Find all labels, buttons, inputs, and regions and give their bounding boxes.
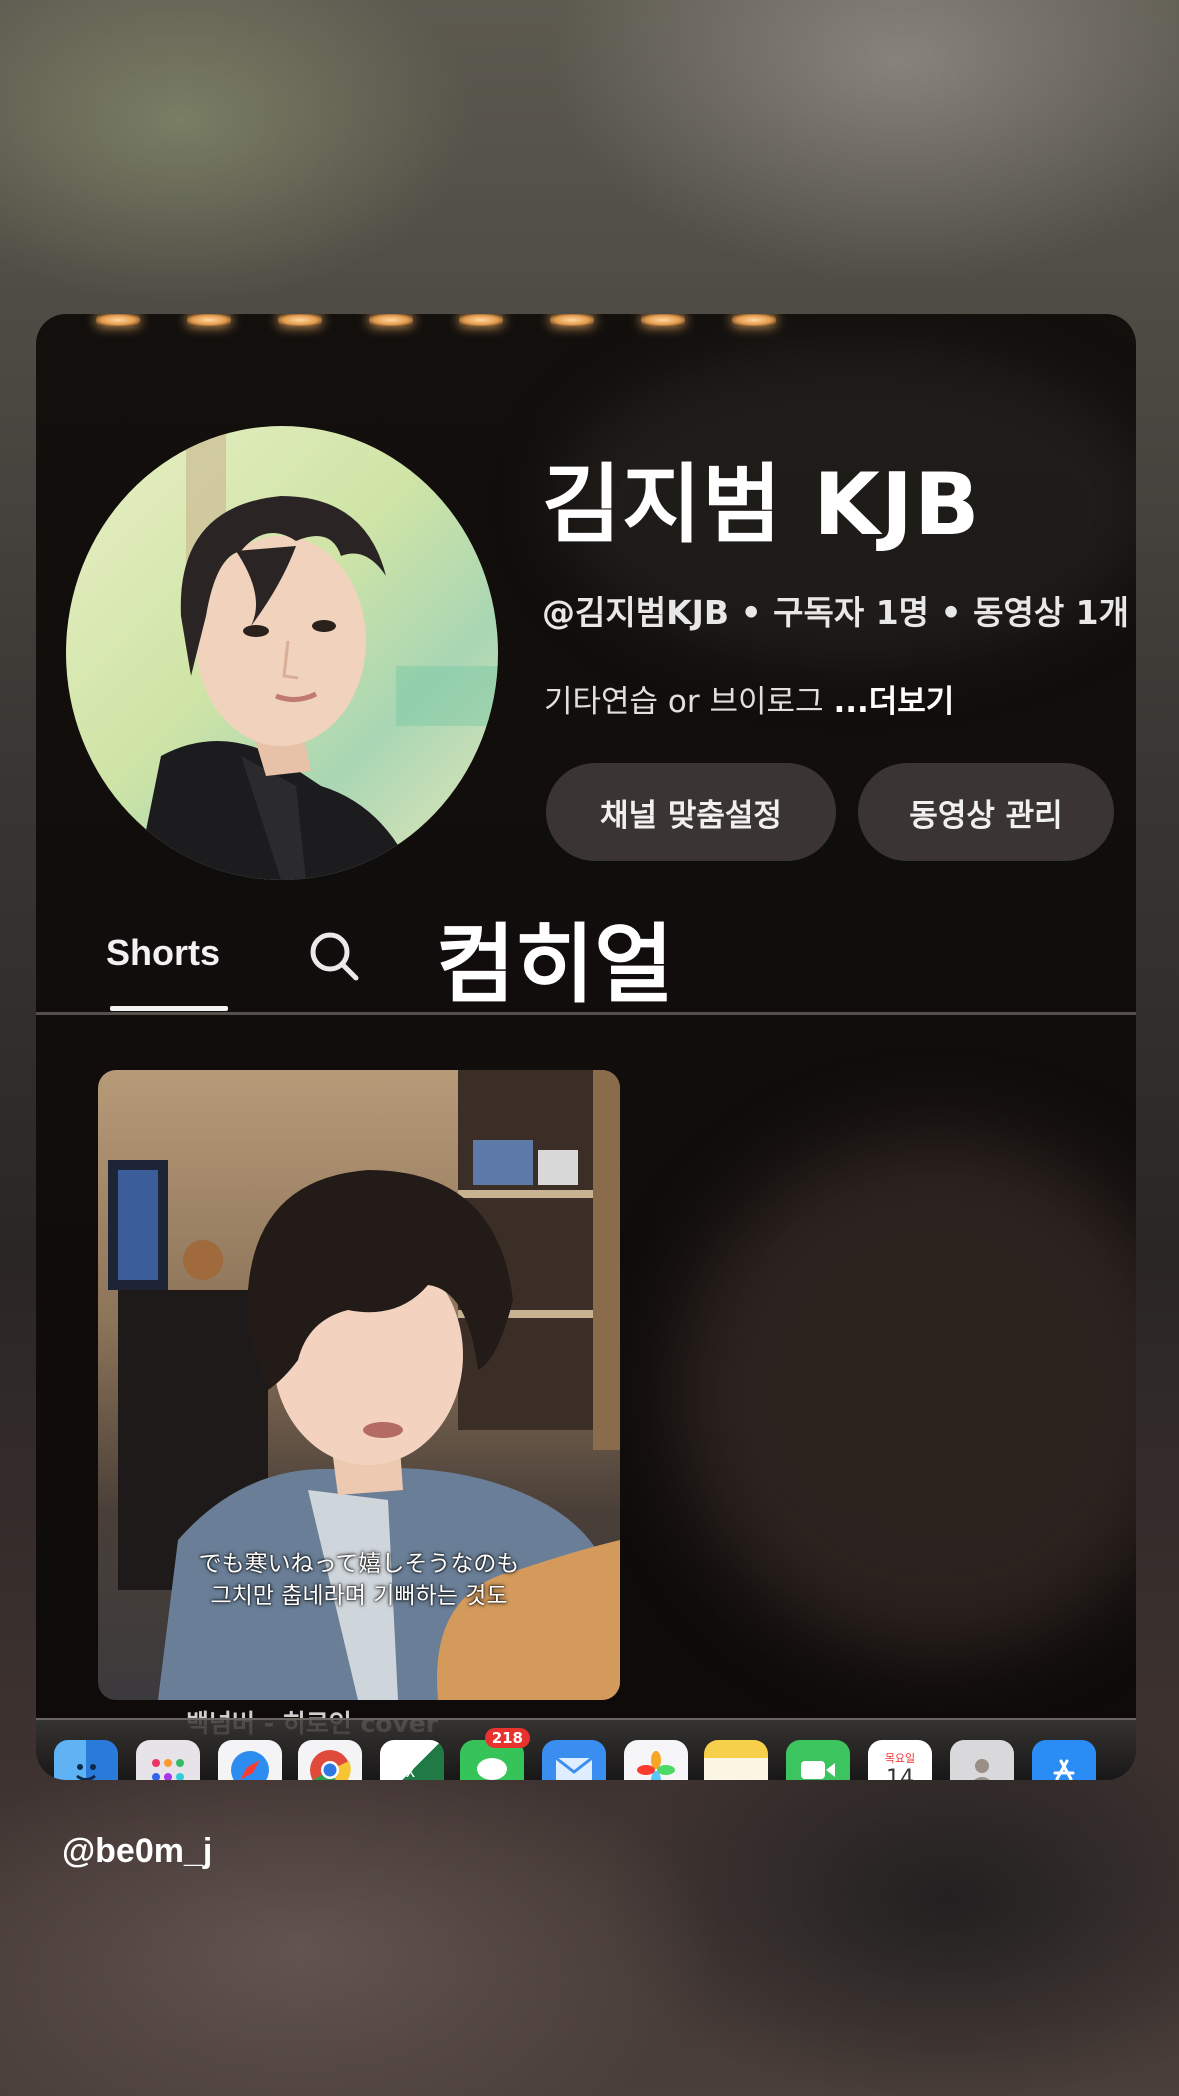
macos-dock: x 218 목요일 14 [36, 1718, 1136, 1780]
calendar-weekday: 목요일 [884, 1751, 916, 1765]
description-text: 기타연습 or 브이로그 [544, 684, 834, 720]
short-thumbnail[interactable]: でも寒いねって嬉しそうなのも 그치만 춥네라며 기뻐하는 것도 [98, 1070, 620, 1700]
notes-icon[interactable] [704, 1740, 768, 1780]
short-subtitle-line2: 그치만 춥네라며 기뻐하는 것도 [210, 1583, 508, 1609]
launchpad-icon[interactable] [136, 1740, 200, 1780]
channel-name: 김지범 KJB [542, 455, 981, 555]
calendar-day: 14 [886, 1765, 914, 1781]
photos-icon[interactable] [624, 1740, 688, 1780]
manage-videos-button[interactable]: 동영상 관리 [858, 763, 1114, 861]
tab-shorts[interactable]: Shorts [106, 932, 220, 974]
reflection-blur [676, 1134, 1136, 1654]
mail-icon[interactable] [542, 1740, 606, 1780]
finder-icon[interactable] [54, 1740, 118, 1780]
customize-channel-button[interactable]: 채널 맞춤설정 [546, 763, 836, 861]
string-lights [96, 314, 776, 328]
numbers-icon[interactable]: x [380, 1740, 444, 1780]
story-photo: 김지범 KJB @김지범KJB • 구독자 1명 • 동영상 1개 기타연습 o… [36, 314, 1136, 1780]
search-icon[interactable] [306, 928, 362, 984]
more-link[interactable]: ...더보기 [833, 684, 954, 720]
svg-text:x: x [406, 1761, 415, 1780]
app-store-icon[interactable] [1032, 1740, 1096, 1780]
avatar-portrait [136, 426, 498, 880]
tab-divider [36, 1012, 1136, 1015]
calendar-icon[interactable]: 목요일 14 [868, 1740, 932, 1780]
messages-badge: 218 [484, 1728, 530, 1748]
facetime-icon[interactable] [786, 1740, 850, 1780]
contacts-icon[interactable] [950, 1740, 1014, 1780]
story-username[interactable]: @be0m_j [62, 1832, 212, 1871]
short-subtitle-line1: でも寒いねって嬉しそうなのも [198, 1551, 520, 1577]
safari-icon[interactable] [218, 1740, 282, 1780]
channel-meta: @김지범KJB • 구독자 1명 • 동영상 1개 [542, 593, 1130, 632]
chrome-icon[interactable] [298, 1740, 362, 1780]
tab-active-indicator [110, 1006, 228, 1011]
channel-description: 기타연습 or 브이로그 ...더보기 [544, 676, 954, 721]
story-sticker-text: 컴히얼 [436, 915, 674, 1015]
messages-icon[interactable]: 218 [460, 1728, 530, 1780]
channel-avatar[interactable] [66, 426, 498, 880]
